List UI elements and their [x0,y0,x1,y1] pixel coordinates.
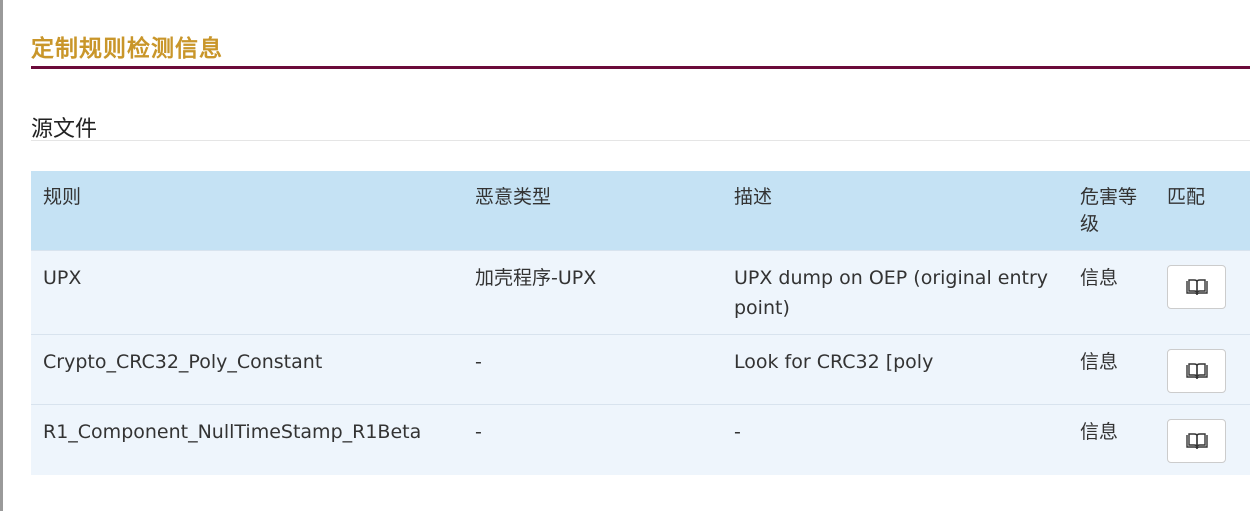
table-row: Crypto_CRC32_Poly_Constant - Look for CR… [31,334,1250,405]
match-cell [1155,334,1250,405]
rule-name: Crypto_CRC32_Poly_Constant [31,334,463,405]
book-icon [1185,279,1208,296]
table-row: UPX 加壳程序-UPX UPX dump on OEP (original e… [31,250,1250,335]
malware-type: - [463,404,722,475]
header-level: 危害等级 [1068,171,1155,251]
threat-level: 信息 [1068,404,1155,475]
window-left-border [0,0,3,511]
sub-section-title: 源文件 [31,117,98,142]
match-cell [1155,250,1250,335]
section-title: 定制规则检测信息 [31,36,223,62]
book-icon [1185,433,1208,450]
rule-description: UPX dump on OEP (original entry point) [722,250,1068,335]
match-cell [1155,404,1250,475]
table-row: R1_Component_NullTimeStamp_R1Beta - - 信息 [31,404,1250,475]
rule-description: Look for CRC32 [poly [722,334,1068,405]
header-match: 匹配 [1155,171,1250,251]
sub-section-divider [31,140,1250,141]
book-icon [1185,363,1208,380]
rule-name: UPX [31,250,463,335]
table-header-row: 规则 恶意类型 描述 危害等级 匹配 [31,171,1250,251]
malware-type: 加壳程序-UPX [463,250,722,335]
rule-description: - [722,404,1068,475]
header-rule: 规则 [31,171,463,251]
header-desc: 描述 [722,171,1068,251]
rule-name: R1_Component_NullTimeStamp_R1Beta [31,404,463,475]
threat-level: 信息 [1068,334,1155,405]
header-type: 恶意类型 [463,171,722,251]
rules-table: 规则 恶意类型 描述 危害等级 匹配 UPX 加壳程序-UPX UPX dump… [31,171,1250,475]
view-match-button[interactable] [1167,349,1226,393]
malware-type: - [463,334,722,405]
view-match-button[interactable] [1167,265,1226,309]
title-divider [31,66,1250,69]
threat-level: 信息 [1068,250,1155,335]
view-match-button[interactable] [1167,419,1226,463]
